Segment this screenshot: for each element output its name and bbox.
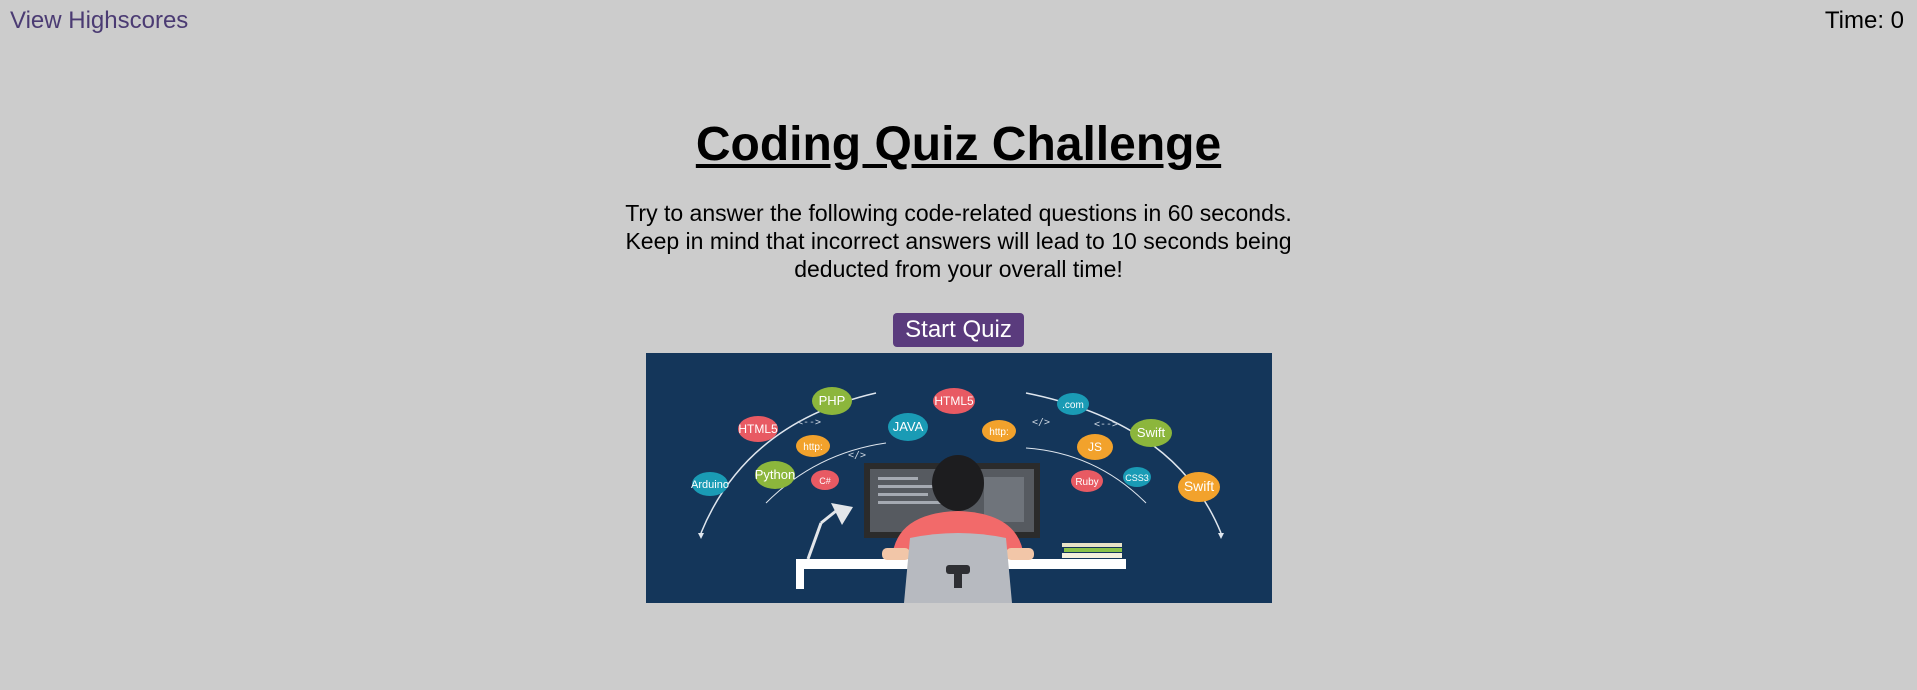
bubble-label: JS — [1087, 440, 1101, 454]
code-tag: <--> — [796, 417, 820, 428]
code-tag: </> — [1031, 417, 1049, 428]
timer-display: Time: 0 — [1824, 7, 1904, 34]
bubble-label: Ruby — [1075, 477, 1098, 488]
quiz-intro: Coding Quiz Challenge Try to answer the … — [0, 113, 1917, 603]
bubble-label: Arduino — [691, 479, 729, 491]
language-bubble: Ruby — [1070, 470, 1103, 492]
bubble-label: HTML5 — [738, 422, 778, 436]
bubble-label: CSS3 — [1125, 473, 1149, 483]
language-bubble: CSS3 — [1122, 467, 1151, 487]
person-head — [931, 455, 984, 511]
code-tag: </> — [847, 450, 865, 461]
language-bubble: http: — [981, 420, 1016, 442]
bubble-label: .com — [1062, 400, 1084, 411]
bubble-label: Python — [754, 467, 794, 482]
language-bubble: C# — [810, 470, 839, 490]
language-bubble: JS — [1076, 434, 1113, 460]
code-tag: <--> — [1093, 419, 1117, 430]
bubble-label: http: — [989, 427, 1008, 438]
view-highscores-link[interactable]: View Highscores — [10, 7, 188, 35]
language-bubble: Swift — [1129, 419, 1172, 447]
coding-illustration: PHP HTML5 HTML5 JAVA http: http: .com Swift JS Ar… — [645, 353, 1272, 603]
language-bubble: .com — [1056, 393, 1089, 415]
books — [1061, 543, 1122, 547]
bubble-label: Swift — [1136, 425, 1165, 440]
bubble-label: http: — [803, 442, 822, 453]
bubble-label: HTML5 — [934, 394, 974, 408]
page-title: Coding Quiz Challenge — [695, 118, 1222, 171]
language-bubble: PHP — [811, 387, 852, 415]
language-bubble: HTML5 — [932, 388, 975, 414]
language-bubble: JAVA — [887, 413, 928, 441]
bubble-label: C# — [819, 476, 831, 486]
start-quiz-button[interactable]: Start Quiz — [893, 313, 1024, 347]
bubble-label: Swift — [1183, 478, 1213, 494]
language-bubble: Swift — [1177, 472, 1220, 502]
language-bubble: Python — [754, 461, 795, 489]
bubble-label: PHP — [818, 393, 845, 408]
page: View Highscores Time: 0 Coding Quiz Chal… — [0, 0, 1917, 690]
language-bubble: http: — [795, 435, 830, 457]
intro-text: Try to answer the following code-related… — [625, 200, 1292, 282]
language-bubble: HTML5 — [737, 416, 778, 442]
bubble-label: JAVA — [892, 419, 923, 434]
